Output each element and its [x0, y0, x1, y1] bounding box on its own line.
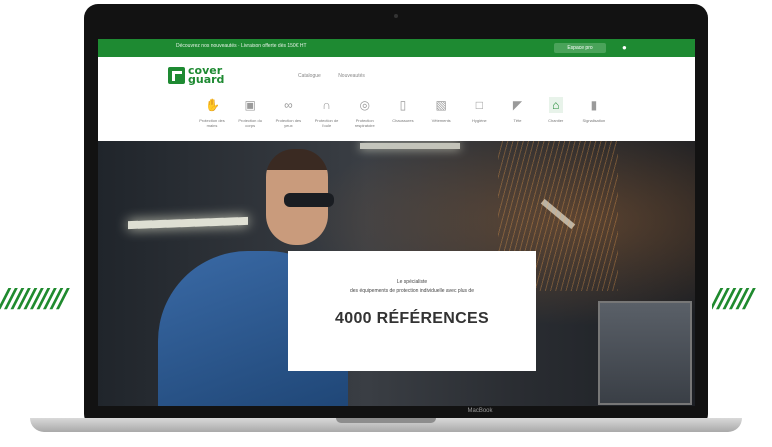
user-icon[interactable]: ●	[622, 43, 630, 53]
boot-icon: ▯	[399, 98, 407, 112]
box-icon: □	[475, 98, 483, 112]
laptop-base	[30, 418, 742, 432]
bottle-icon: ▮	[590, 98, 598, 112]
helmet-icon: ◤	[512, 98, 523, 112]
header-nav: Catalogue Nouveautés	[298, 73, 381, 79]
camera-dot	[394, 14, 398, 18]
category-hygiene[interactable]: □ Hygiène	[465, 97, 493, 139]
coverguard-logo[interactable]: cover guard	[168, 65, 225, 86]
home-icon: ⌂	[548, 97, 563, 113]
category-body[interactable]: ▣ Protection du corps	[236, 97, 264, 139]
nav-link-catalogue[interactable]: Catalogue	[298, 73, 321, 79]
jacket-icon: ▧	[435, 98, 447, 112]
ceiling-light	[128, 216, 248, 230]
laptop-frame: Découvrez nos nouveautés · Livraison off…	[84, 4, 708, 428]
hero-banner: Le spécialiste des équipements de protec…	[98, 141, 695, 406]
website-screen: Découvrez nos nouveautés · Livraison off…	[98, 39, 695, 406]
laptop-notch	[336, 418, 436, 423]
category-clothing[interactable]: ▧ Vêtements	[427, 97, 455, 139]
category-signage[interactable]: ▮ Signalisation	[580, 97, 608, 139]
glove-icon: ✋	[205, 98, 220, 112]
category-respiratory[interactable]: ◎ Protection respiratoire	[351, 97, 379, 139]
category-shoes[interactable]: ▯ Chaussures	[389, 97, 417, 139]
hero-description: des équipements de protection individuel…	[350, 288, 474, 294]
logo-mark-icon	[168, 66, 185, 84]
category-hands[interactable]: ✋ Protection des mains	[198, 97, 226, 139]
site-header: cover guard Catalogue Nouveautés	[98, 57, 695, 95]
category-site[interactable]: ⌂ Chantier	[542, 97, 570, 139]
decorative-stripes-right: //////	[712, 288, 754, 310]
mask-icon: ◎	[359, 98, 370, 112]
nav-link-news[interactable]: Nouveautés	[338, 73, 365, 79]
glasses-icon: ∞	[284, 98, 293, 112]
pro-space-button[interactable]: Espace pro	[554, 43, 606, 53]
safety-goggles	[284, 193, 334, 207]
logo-text-guard: guard	[188, 73, 225, 86]
decorative-stripes-left: //////////	[0, 288, 68, 310]
hero-card: Le spécialiste des équipements de protec…	[288, 251, 536, 371]
background-machine	[598, 301, 692, 405]
ear-icon: ∩	[322, 98, 331, 112]
top-bar: Découvrez nos nouveautés · Livraison off…	[98, 39, 695, 57]
shirt-icon: ▣	[244, 98, 256, 112]
topbar-message: Découvrez nos nouveautés · Livraison off…	[176, 43, 307, 49]
category-nav: ✋ Protection des mains ▣ Protection du cor…	[198, 97, 608, 139]
hero-headline: 4000 RÉFÉRENCES	[335, 310, 489, 327]
category-head[interactable]: ◤ Tête	[504, 97, 532, 139]
category-eyes[interactable]: ∞ Protection des yeux	[274, 97, 302, 139]
category-hearing[interactable]: ∩ Protection de l'ouïe	[313, 97, 341, 139]
ceiling-light	[360, 143, 460, 149]
hero-subtitle: Le spécialiste	[396, 279, 428, 285]
device-brand-label: MacBook	[467, 408, 493, 414]
